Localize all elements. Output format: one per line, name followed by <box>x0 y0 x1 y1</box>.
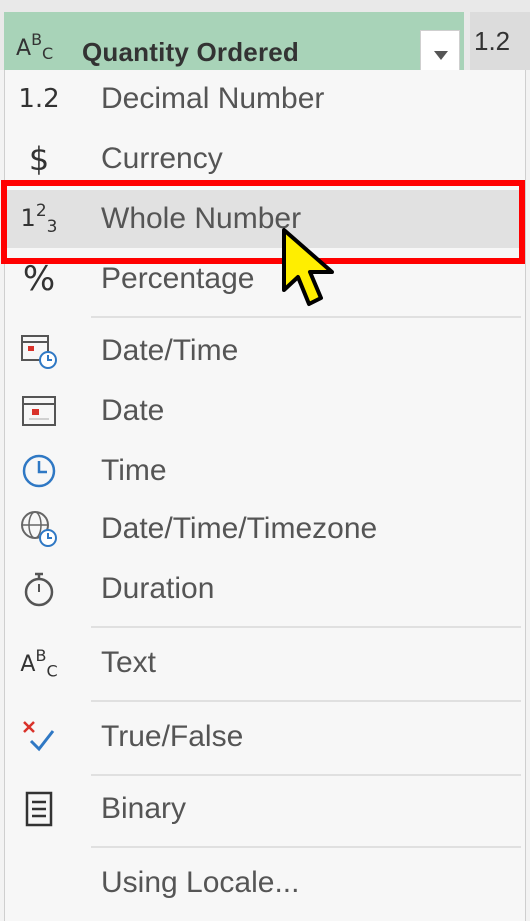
menu-item-label: Date <box>101 394 165 427</box>
menu-item-label: Binary <box>101 792 187 825</box>
menu-item-time[interactable]: Time <box>5 442 525 500</box>
binary-document-icon <box>17 787 61 831</box>
menu-separator <box>91 316 521 318</box>
clock-icon <box>17 449 61 493</box>
column-title: Quantity Ordered <box>82 37 300 67</box>
abc-text-icon: ABC <box>20 645 58 681</box>
chevron-down-icon <box>434 51 448 60</box>
menu-item-label: Date/Time/Timezone <box>101 512 378 545</box>
menu-item-label: Decimal Number <box>101 82 325 115</box>
next-column-header[interactable]: 1.2 <box>470 12 530 70</box>
menu-item-label: Text <box>101 646 157 679</box>
globe-clock-icon <box>17 507 61 551</box>
menu-item-date-time-timezone[interactable]: Date/Time/Timezone <box>5 500 525 558</box>
menu-item-text[interactable]: ABC Text <box>5 634 525 692</box>
menu-item-label: Date/Time <box>101 334 239 367</box>
menu-item-true-false[interactable]: True/False <box>5 708 525 766</box>
menu-item-label: Duration <box>101 572 215 605</box>
menu-separator <box>91 774 521 776</box>
menu-item-decimal-number[interactable]: 1.2 Decimal Number <box>5 70 525 128</box>
dollar-icon: $ <box>28 140 50 178</box>
menu-item-using-locale[interactable]: Using Locale... <box>5 854 525 912</box>
decimal-icon: 1.2 <box>18 84 60 114</box>
table-header-bar: ABC Quantity Ordered 1.2 <box>0 0 530 76</box>
highlight-annotation-box <box>1 180 525 264</box>
menu-item-label: Percentage <box>101 262 255 295</box>
menu-item-date-time[interactable]: Date/Time <box>5 322 525 380</box>
menu-item-label: Using Locale... <box>101 866 300 899</box>
mouse-pointer-icon <box>282 228 334 306</box>
menu-item-label: True/False <box>101 720 244 753</box>
menu-item-label: Time <box>101 454 167 487</box>
menu-separator <box>91 626 521 628</box>
column-header-quantity-ordered[interactable]: ABC Quantity Ordered <box>4 12 464 76</box>
menu-item-binary[interactable]: Binary <box>5 780 525 838</box>
menu-item-date[interactable]: Date <box>5 382 525 440</box>
stopwatch-icon <box>17 567 61 611</box>
true-false-icon <box>17 715 61 759</box>
menu-item-label: Currency <box>101 142 223 175</box>
menu-separator <box>91 846 521 848</box>
datetime-icon <box>17 329 61 373</box>
menu-separator <box>91 700 521 702</box>
calendar-icon <box>17 389 61 433</box>
menu-item-duration[interactable]: Duration <box>5 560 525 618</box>
abc-text-type-icon[interactable]: ABC <box>16 30 53 63</box>
